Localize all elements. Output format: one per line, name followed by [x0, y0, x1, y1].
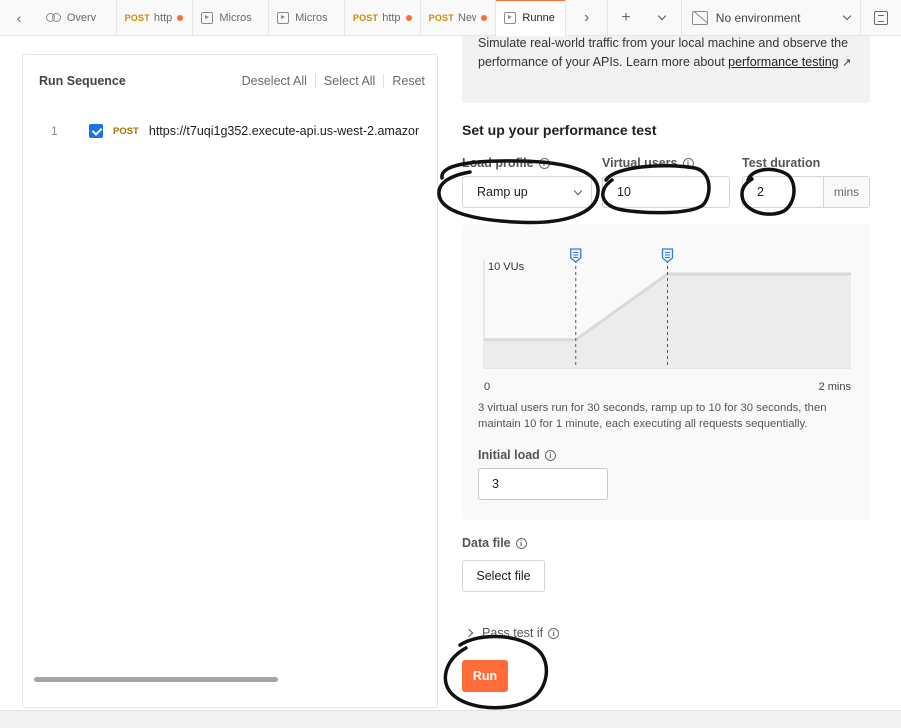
virtual-users-input[interactable]: 10	[602, 176, 730, 208]
test-duration-unit: mins	[823, 177, 869, 207]
test-duration-field: 2 mins	[742, 176, 870, 208]
request-row[interactable]: 1 POST https://t7uqi1g352.execute-api.us…	[51, 124, 419, 138]
load-profile-description: 3 virtual users run for 30 seconds, ramp…	[478, 402, 827, 430]
tab-runner-micros-2[interactable]: Micros	[269, 0, 345, 36]
tab-request-new[interactable]: POST New	[421, 0, 497, 36]
tab-overview[interactable]: Overv	[38, 0, 117, 36]
tab-scroll-left-button[interactable]: ‹	[0, 0, 38, 36]
tab-label: http	[153, 11, 173, 24]
request-method: POST	[113, 125, 139, 137]
chart-x-end-label: 2 mins	[819, 381, 852, 393]
unsaved-dot-icon	[405, 14, 412, 21]
chevron-right-icon	[464, 628, 474, 638]
runner-icon	[277, 11, 290, 24]
tab-method: POST	[428, 12, 454, 23]
tab-label: http	[382, 11, 401, 24]
request-url: https://t7uqi1g352.execute-api.us-west-2…	[148, 124, 419, 138]
tab-bar: ‹ Overv POST http Micros Micros POST htt…	[0, 0, 901, 36]
chevron-left-icon: ‹	[16, 9, 22, 26]
request-checkbox[interactable]	[89, 124, 103, 138]
select-all-button[interactable]: Select All	[316, 74, 383, 88]
test-duration-value: 2	[757, 185, 764, 199]
info-icon[interactable]: i	[538, 157, 550, 169]
load-profile-select[interactable]: Ramp up	[462, 176, 592, 208]
overview-icon	[45, 12, 62, 23]
intro-text-block: Simulate real-world traffic from your lo…	[478, 34, 854, 73]
chevron-right-icon: ›	[583, 8, 590, 26]
status-bar	[0, 710, 901, 728]
info-icon[interactable]: i	[544, 449, 556, 461]
unsaved-dot-icon	[177, 14, 184, 21]
chevron-down-icon	[658, 11, 667, 21]
chart-y-label: 10 VUs	[488, 261, 525, 273]
reset-button[interactable]: Reset	[384, 74, 425, 88]
run-sequence-title: Run Sequence	[39, 74, 126, 88]
deselect-all-button[interactable]: Deselect All	[234, 74, 315, 88]
chart-x-start-label: 0	[484, 381, 490, 393]
virtual-users-label-text: Virtual users	[602, 156, 678, 170]
test-duration-input[interactable]: 2	[743, 177, 823, 207]
tab-label: Runne	[522, 11, 555, 24]
chevron-down-icon	[842, 11, 852, 21]
request-index: 1	[51, 124, 58, 138]
environment-quick-look-button[interactable]	[861, 0, 901, 36]
info-icon[interactable]: i	[682, 157, 694, 169]
run-sequence-actions: Deselect All Select All Reset	[234, 74, 425, 88]
test-duration-label: Test duration	[742, 156, 820, 170]
data-file-label: Data file i	[462, 536, 527, 550]
tab-label: New	[457, 11, 476, 24]
ramp-end-marker-icon[interactable]	[661, 248, 674, 263]
external-link-icon: ↗	[842, 57, 852, 69]
more-tabs-button[interactable]: ›	[566, 0, 609, 36]
runner-icon	[504, 11, 517, 24]
load-profile-label-text: Load profile	[462, 156, 534, 170]
data-file-label-text: Data file	[462, 536, 511, 550]
tab-method: POST	[352, 12, 379, 23]
ramp-start-marker-icon[interactable]	[570, 248, 582, 263]
info-icon[interactable]: i	[515, 537, 527, 549]
tab-label: Micros	[219, 11, 252, 24]
load-profile-label: Load profile i	[462, 156, 550, 170]
runner-icon	[201, 11, 214, 24]
virtual-users-value: 10	[617, 185, 631, 199]
load-profile-value: Ramp up	[477, 185, 528, 199]
tab-list-dropdown[interactable]	[644, 0, 682, 36]
run-button[interactable]: Run	[462, 660, 508, 692]
load-profile-panel: 10 VUs 0 2 mins 3 virtual users run for …	[462, 224, 870, 520]
tab-request-http-2[interactable]: POST http	[345, 0, 421, 36]
intro-banner: Simulate real-world traffic from your lo…	[462, 36, 870, 103]
virtual-users-label: Virtual users i	[602, 156, 694, 170]
initial-load-label-text: Initial load	[478, 448, 540, 462]
info-icon[interactable]: i	[548, 627, 560, 639]
pass-test-if-label: Pass test if	[482, 626, 544, 640]
plus-icon: +	[621, 8, 631, 26]
tab-request-http-1[interactable]: POST http	[117, 0, 194, 36]
initial-load-label: Initial load i	[478, 448, 556, 462]
run-sequence-header: Run Sequence Deselect All Select All Res…	[39, 74, 425, 88]
initial-load-value: 3	[492, 477, 499, 491]
no-environment-icon	[691, 10, 708, 25]
environment-label: No environment	[715, 10, 801, 25]
horizontal-scrollbar[interactable]	[34, 677, 278, 682]
initial-load-input[interactable]: 3	[478, 468, 608, 500]
tab-runner-active[interactable]: Runne	[496, 0, 567, 36]
tab-runner-micros-1[interactable]: Micros	[193, 0, 270, 36]
test-duration-label-text: Test duration	[742, 156, 821, 170]
pass-test-if-toggle[interactable]: Pass test if i	[464, 626, 560, 640]
unsaved-dot-icon	[481, 14, 488, 21]
select-file-button[interactable]: Select file	[462, 560, 545, 592]
performance-testing-link[interactable]: performance testing	[728, 55, 838, 69]
tab-label: Micros	[295, 11, 328, 24]
environment-selector[interactable]: No environment	[682, 0, 862, 36]
chevron-down-icon	[573, 186, 583, 195]
run-sequence-panel: Run Sequence Deselect All Select All Res…	[22, 54, 438, 708]
load-profile-chart: 10 VUs 0 2 mins	[483, 248, 852, 393]
setup-title: Set up your performance test	[462, 122, 657, 138]
tab-label: Overv	[66, 11, 97, 24]
quick-look-icon	[874, 10, 889, 25]
new-tab-button[interactable]: +	[608, 0, 644, 36]
tab-method: POST	[124, 12, 150, 23]
